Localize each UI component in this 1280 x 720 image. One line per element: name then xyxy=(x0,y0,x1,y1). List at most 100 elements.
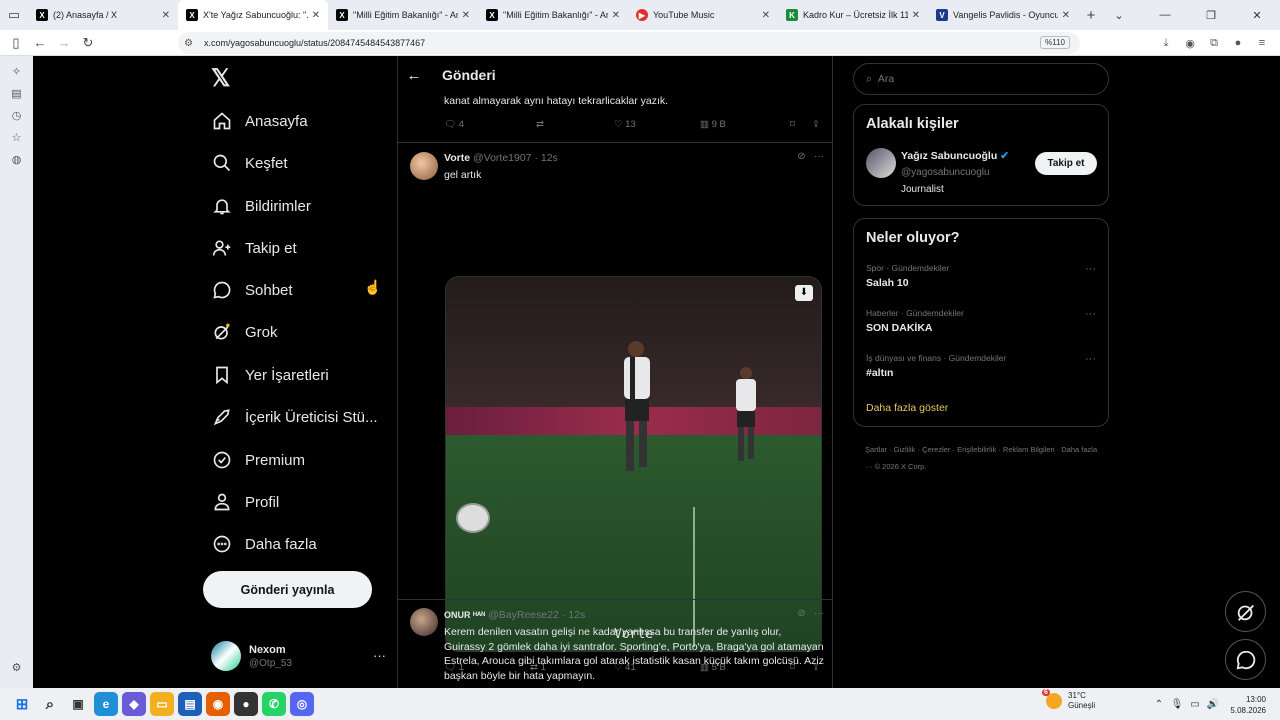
browser-icon[interactable]: ● xyxy=(234,692,258,716)
author-name[interactable]: Vorte xyxy=(444,152,470,164)
search-input[interactable]: ⌕ Ara xyxy=(853,63,1109,95)
tab-actions-icon[interactable]: ▭ xyxy=(0,0,28,30)
close-tab-icon[interactable]: ✕ xyxy=(162,10,170,21)
browser-tab[interactable]: X "Milli Eğitim Bakanlığı" - Arama ✕ xyxy=(328,0,478,30)
close-tab-icon[interactable]: ✕ xyxy=(912,10,920,21)
reload-button[interactable]: ↻ xyxy=(76,35,100,51)
forward-button[interactable]: → xyxy=(52,35,76,50)
download-icon[interactable]: ⤓ xyxy=(1154,37,1178,50)
share-button[interactable]: ⇪ xyxy=(812,119,820,130)
display-icon[interactable]: ▭ xyxy=(1186,699,1204,710)
menu-icon[interactable]: ≡ xyxy=(1250,37,1274,49)
more-dots-icon[interactable]: ··· xyxy=(373,648,386,663)
edge-icon[interactable]: e xyxy=(94,692,118,716)
close-tab-icon[interactable]: ✕ xyxy=(1062,10,1070,21)
more-dots-icon[interactable]: ··· xyxy=(1085,308,1096,320)
related-name[interactable]: Yağız Sabuncuoğlu ✔ xyxy=(901,150,1009,162)
maximize-button[interactable]: ❐ xyxy=(1188,9,1234,22)
nav-item-profile[interactable]: Profil xyxy=(211,486,279,518)
grok-icon[interactable]: ⊘ xyxy=(797,608,805,619)
show-more-link[interactable]: Daha fazla göster xyxy=(866,402,948,414)
minimize-button[interactable]: — xyxy=(1142,9,1188,21)
avatar[interactable] xyxy=(866,148,896,178)
browser-tab-active[interactable]: X X'te Yağız Sabuncuoğlu: "..." ✕ xyxy=(178,0,328,30)
weather-widget[interactable]: 6 31°C Güneşli xyxy=(1042,689,1095,711)
clock[interactable]: 13:00 5.08.2026 xyxy=(1230,694,1266,716)
avatar[interactable] xyxy=(410,608,438,636)
nav-item-more[interactable]: Daha fazla xyxy=(211,528,317,560)
reply-button[interactable]: 🗨 4 xyxy=(444,119,536,130)
avatar[interactable] xyxy=(410,152,438,180)
vpn-icon[interactable]: ◉ xyxy=(1178,37,1202,50)
messages-fab-button[interactable] xyxy=(1225,639,1266,680)
close-tab-icon[interactable]: ✕ xyxy=(762,10,770,21)
grok-fab-button[interactable] xyxy=(1225,591,1266,632)
footer-links[interactable]: Şartlar · Gizlilik · Çerezler · Erişileb… xyxy=(865,441,1105,475)
more-dots-icon[interactable]: ··· xyxy=(1085,353,1096,365)
post-button[interactable]: Gönderi yayınla xyxy=(203,571,372,608)
volume-icon[interactable]: 🔊 xyxy=(1204,699,1222,710)
nav-item-bookmarks[interactable]: Yer İşaretleri xyxy=(211,359,329,391)
nav-item-follow[interactable]: Takip et xyxy=(211,232,297,264)
nav-item-explore[interactable]: Keşfet xyxy=(211,147,288,179)
post-time[interactable]: 12s xyxy=(541,152,558,164)
back-button[interactable]: ← xyxy=(28,35,52,50)
video-player[interactable]: ⬇ Vorte xyxy=(445,276,822,652)
profile-icon[interactable]: ● xyxy=(1226,37,1250,49)
close-tab-icon[interactable]: ✕ xyxy=(462,10,470,21)
close-tab-icon[interactable]: ✕ xyxy=(612,10,620,21)
whatsapp-icon[interactable]: ✆ xyxy=(262,692,286,716)
tab-list-icon[interactable]: ⌄ xyxy=(1096,9,1142,22)
trend-item[interactable]: Haberler · Gündemdekiler SON DAKİKA ··· xyxy=(866,308,1096,334)
firefox-icon[interactable]: ◉ xyxy=(206,692,230,716)
zoom-indicator[interactable]: %110 xyxy=(1040,36,1070,49)
url-field[interactable]: ⚙ x.com/yagosabuncuoglu/status/208474548… xyxy=(178,32,1080,54)
post-time[interactable]: 12s xyxy=(568,609,585,621)
favorites-icon[interactable]: ☆ xyxy=(0,131,33,144)
discord-icon[interactable]: ◎ xyxy=(290,692,314,716)
nav-item-home[interactable]: Anasayfa xyxy=(211,105,308,137)
ai-icon[interactable]: ✧ xyxy=(0,65,33,78)
windows-start-icon[interactable]: ⊞ xyxy=(10,692,34,716)
author-handle[interactable]: @BayReese22 xyxy=(488,609,559,621)
nav-item-premium[interactable]: Premium xyxy=(211,444,305,476)
close-tab-icon[interactable]: ✕ xyxy=(312,10,320,21)
settings-icon[interactable]: ⚙ xyxy=(0,661,33,674)
more-dots-icon[interactable]: ··· xyxy=(814,151,824,162)
x-logo-icon[interactable]: 𝕏 xyxy=(211,64,230,93)
nav-item-notifications[interactable]: Bildirimler xyxy=(211,190,311,222)
store-icon[interactable]: ▤ xyxy=(178,692,202,716)
extensions-icon[interactable]: ⧉ xyxy=(1202,37,1226,50)
search-icon[interactable]: ⌕ xyxy=(38,692,62,716)
like-button[interactable]: ♡ 13 xyxy=(614,119,700,130)
related-handle[interactable]: @yagosabuncuoglu xyxy=(901,167,990,178)
chevron-up-icon[interactable]: ⌃ xyxy=(1150,699,1168,710)
site-info-icon[interactable]: ⚙ xyxy=(184,38,193,49)
nav-item-grok[interactable]: Grok xyxy=(211,316,278,348)
microphone-icon[interactable]: 🎙 xyxy=(1168,699,1186,710)
follow-button[interactable]: Takip et xyxy=(1035,152,1097,175)
repost-button[interactable]: ⇄ xyxy=(536,119,614,130)
author-name[interactable]: ONUR ᴴᴬᴺ xyxy=(444,610,485,620)
app-icon[interactable]: ◆ xyxy=(122,692,146,716)
nav-item-chat[interactable]: Sohbet xyxy=(211,274,293,306)
browser-tab[interactable]: X "Milli Eğitim Bakanlığı" - Arama ✕ xyxy=(478,0,628,30)
browser-tab[interactable]: X (2) Anasayfa / X ✕ xyxy=(28,0,178,30)
file-explorer-icon[interactable]: ▭ xyxy=(150,692,174,716)
grok-icon[interactable]: ⊘ xyxy=(797,151,805,162)
account-switcher[interactable]: Nexom @Otp_53 ··· xyxy=(211,636,386,676)
trend-item[interactable]: İş dünyası ve finans · Gündemdekiler #al… xyxy=(866,353,1096,379)
back-arrow-icon[interactable]: ← xyxy=(398,67,434,84)
browser-tab[interactable]: V Vangelis Pavlidis - Oyuncu profili ✕ xyxy=(928,0,1078,30)
sidebar-toggle-icon[interactable]: ▯ xyxy=(4,35,28,51)
history-icon[interactable]: ◷ xyxy=(0,109,33,122)
more-dots-icon[interactable]: ··· xyxy=(1085,263,1096,275)
browser-tab[interactable]: K Kadro Kur – Ücretsiz İlk 11 & Halı ✕ xyxy=(778,0,928,30)
nav-item-creator-studio[interactable]: İçerik Üreticisi Stü... xyxy=(211,401,378,433)
bookmark-button[interactable]: ⌑ xyxy=(790,119,812,130)
trend-item[interactable]: Spor · Gündemdekiler Salah 10 ··· xyxy=(866,263,1096,289)
browser-tab[interactable]: ▶ YouTube Music ✕ xyxy=(628,0,778,30)
download-icon[interactable]: ⬇ xyxy=(795,285,813,301)
author-handle[interactable]: @Vorte1907 xyxy=(473,152,532,164)
more-dots-icon[interactable]: ··· xyxy=(814,608,824,619)
